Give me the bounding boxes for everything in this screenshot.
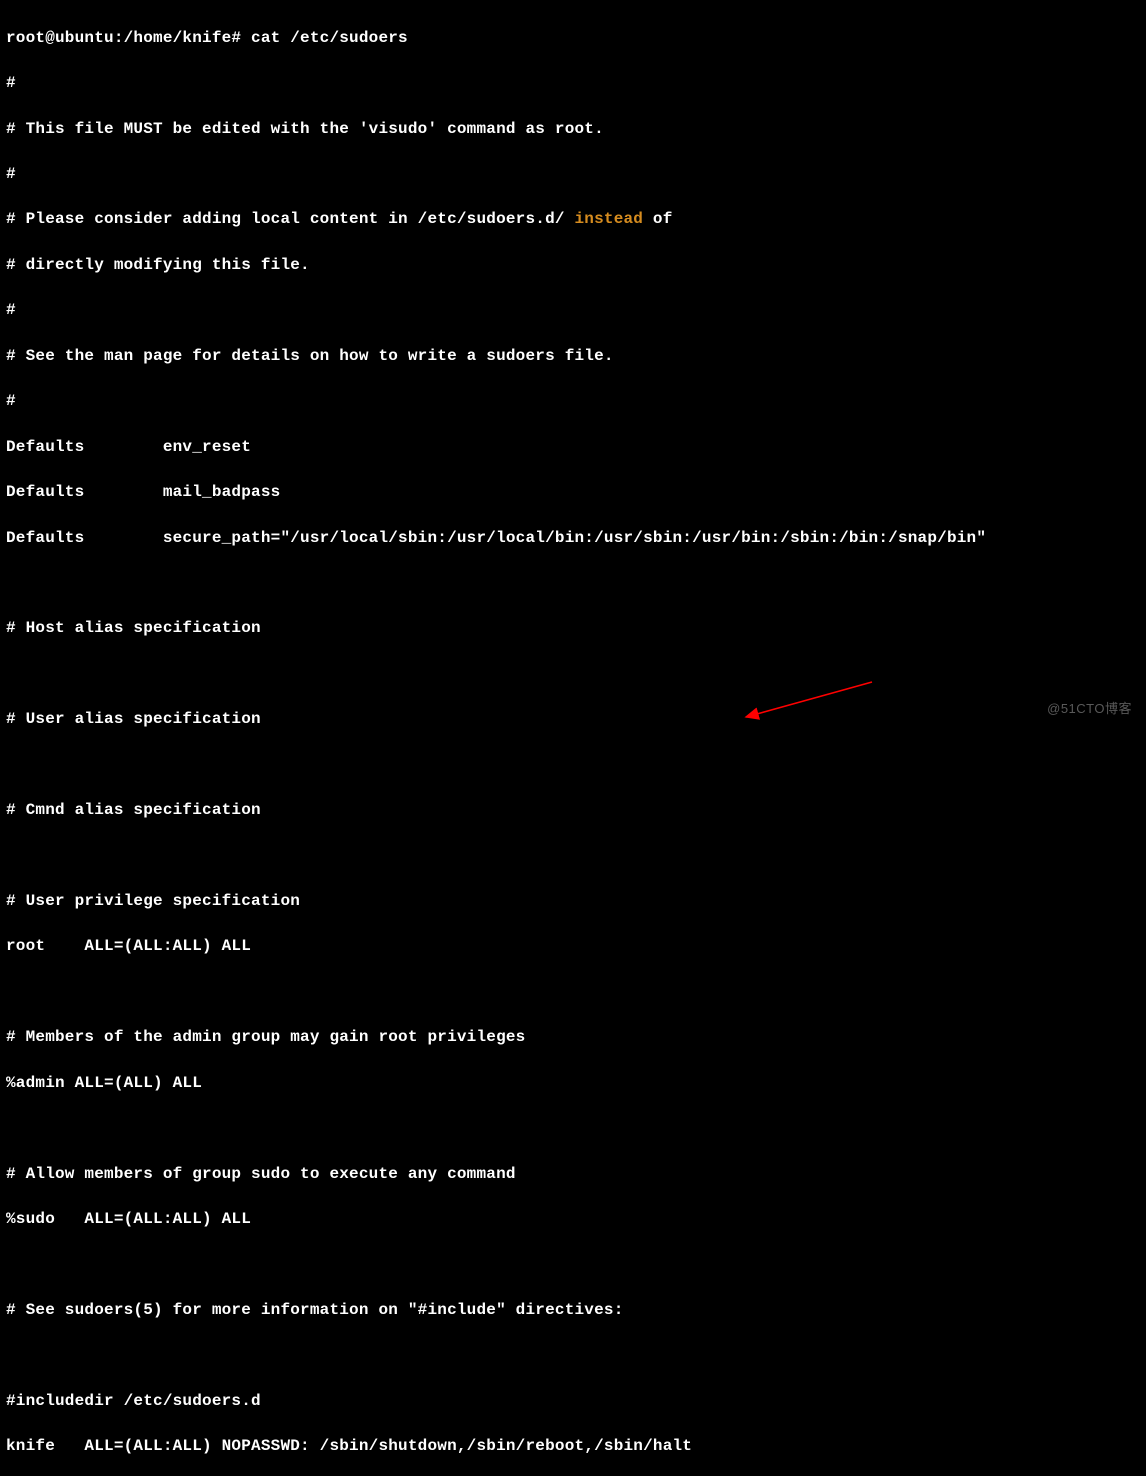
comment-line: # xyxy=(6,163,1140,186)
includedir-line: #includedir /etc/sudoers.d xyxy=(6,1390,1140,1413)
blank-line xyxy=(6,663,1140,686)
blank-line xyxy=(6,1344,1140,1367)
comment-line: # directly modifying this file. xyxy=(6,254,1140,277)
blank-line xyxy=(6,845,1140,868)
terminal-output: root@ubuntu:/home/knife# cat /etc/sudoer… xyxy=(6,4,1140,1476)
blank-line xyxy=(6,1254,1140,1277)
comment-line: # xyxy=(6,72,1140,95)
sudo-rule: %sudo ALL=(ALL:ALL) ALL xyxy=(6,1208,1140,1231)
comment-line: # See the man page for details on how to… xyxy=(6,345,1140,368)
section-comment: # User privilege specification xyxy=(6,890,1140,913)
comment-line: # This file MUST be edited with the 'vis… xyxy=(6,118,1140,141)
admin-rule: %admin ALL=(ALL) ALL xyxy=(6,1072,1140,1095)
section-comment: # See sudoers(5) for more information on… xyxy=(6,1299,1140,1322)
comment-line: # Please consider adding local content i… xyxy=(6,208,1140,231)
defaults-line: Defaults secure_path="/usr/local/sbin:/u… xyxy=(6,527,1140,550)
root-rule: root ALL=(ALL:ALL) ALL xyxy=(6,935,1140,958)
text-segment: of xyxy=(643,210,672,228)
blank-line xyxy=(6,981,1140,1004)
section-comment: # Host alias specification xyxy=(6,617,1140,640)
section-comment: # User alias specification xyxy=(6,708,1140,731)
section-comment: # Cmnd alias specification xyxy=(6,799,1140,822)
blank-line xyxy=(6,1117,1140,1140)
watermark: @51CTO博客 xyxy=(1047,700,1132,718)
blank-line xyxy=(6,572,1140,595)
section-comment: # Allow members of group sudo to execute… xyxy=(6,1163,1140,1186)
highlight-word: instead xyxy=(575,210,644,228)
comment-line: # xyxy=(6,299,1140,322)
defaults-line: Defaults env_reset xyxy=(6,436,1140,459)
defaults-line: Defaults mail_badpass xyxy=(6,481,1140,504)
section-comment: # Members of the admin group may gain ro… xyxy=(6,1026,1140,1049)
prompt-line: root@ubuntu:/home/knife# cat /etc/sudoer… xyxy=(6,27,1140,50)
comment-line: # xyxy=(6,390,1140,413)
text-segment: # Please consider adding local content i… xyxy=(6,210,575,228)
knife-rule: knife ALL=(ALL:ALL) NOPASSWD: /sbin/shut… xyxy=(6,1435,1140,1458)
blank-line xyxy=(6,754,1140,777)
